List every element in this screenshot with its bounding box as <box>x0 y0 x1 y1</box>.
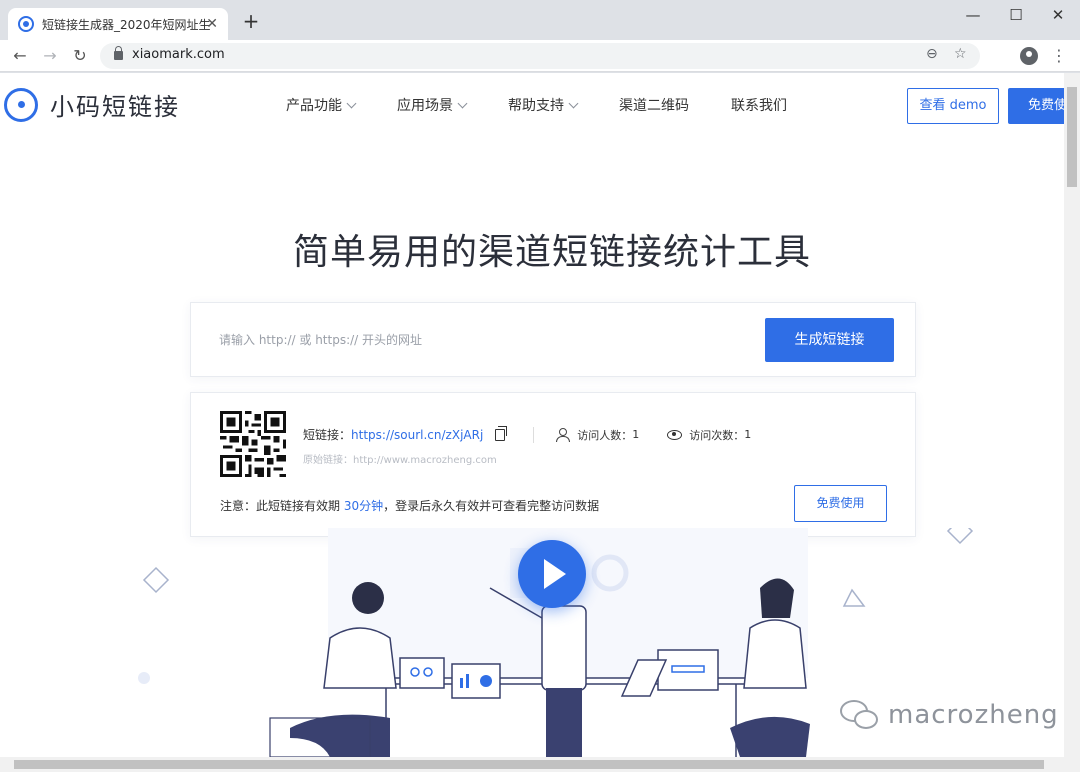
short-link-label: 短链接： <box>303 428 352 442</box>
chevron-down-icon <box>568 98 579 108</box>
visits-label: 访问次数： <box>689 428 745 442</box>
visits-count: 1 <box>744 428 752 441</box>
horizontal-scrollbar[interactable] <box>0 757 1080 772</box>
new-tab-button[interactable]: + <box>240 10 262 32</box>
nav-item-channel-qrcode[interactable]: 渠道二维码 <box>619 95 689 115</box>
maximize-button[interactable]: ☐ <box>996 4 1036 26</box>
original-link-row: 原始链接：http://www.macrozheng.com <box>303 451 497 466</box>
free-use-header-button[interactable]: 免费使 <box>1008 88 1064 124</box>
copy-icon[interactable] <box>495 425 508 441</box>
wechat-icon <box>838 698 882 732</box>
visitors-icon <box>556 427 571 442</box>
main-nav: 产品功能 应用场景 帮助支持 渠道二维码 联系我们 <box>286 95 829 115</box>
minimize-button[interactable]: — <box>953 4 993 26</box>
logo-text: 小码短链接 <box>50 93 180 121</box>
nav-item-help[interactable]: 帮助支持 <box>508 95 579 115</box>
expiry-notice: 注意：此短链接有效期 30分钟，登录后永久有效并可查看完整访问数据 <box>220 499 600 513</box>
forward-arrow-icon[interactable]: → <box>38 44 62 68</box>
short-link-url[interactable]: https://sourl.cn/zXjARj <box>351 428 483 442</box>
nav-item-features[interactable]: 产品功能 <box>286 95 357 115</box>
result-card: 短链接： https://sourl.cn/zXjARj 访问人数： 1 访问次… <box>190 392 916 537</box>
browser-toolbar: ← → ↻ xiaomark.com ⊖ ☆ ⋮ <box>0 40 1080 72</box>
zoom-icon[interactable]: ⊖ <box>926 46 938 62</box>
address-bar[interactable]: xiaomark.com ⊖ ☆ <box>100 43 980 69</box>
vertical-scrollbar[interactable] <box>1064 73 1080 757</box>
short-link-row: 短链接： https://sourl.cn/zXjARj 访问人数： 1 访问次… <box>303 425 752 443</box>
bookmark-star-icon[interactable]: ☆ <box>954 46 967 62</box>
visitors-count: 1 <box>632 428 640 441</box>
site-logo[interactable]: 小码短链接 <box>4 87 180 122</box>
logo-circle-icon <box>4 87 38 122</box>
chevron-down-icon <box>457 98 468 108</box>
chevron-down-icon <box>346 98 357 108</box>
original-link-label: 原始链接： <box>303 455 353 466</box>
profile-avatar-icon[interactable] <box>1017 44 1041 68</box>
view-demo-button[interactable]: 查看 demo <box>907 88 999 124</box>
browser-tab[interactable]: 短链接生成器_2020年短网址生成 ✕ <box>8 8 228 40</box>
back-arrow-icon[interactable]: ← <box>8 44 32 68</box>
site-favicon-icon <box>18 16 34 32</box>
original-link-url: http://www.macrozheng.com <box>353 455 497 466</box>
expiry-duration: 30分钟 <box>343 499 384 513</box>
nav-item-contact[interactable]: 联系我们 <box>731 95 787 115</box>
reload-icon[interactable]: ↻ <box>68 44 92 68</box>
tab-close-icon[interactable]: ✕ <box>206 15 218 33</box>
url-text: xiaomark.com <box>132 47 225 62</box>
lock-icon <box>114 46 123 60</box>
page-viewport: 小码短链接 产品功能 应用场景 帮助支持 渠道二维码 联系我们 查看 demo … <box>0 73 1064 757</box>
generate-short-link-button[interactable]: 生成短链接 <box>765 318 894 362</box>
window-close-button[interactable]: ✕ <box>1038 4 1078 26</box>
free-use-button[interactable]: 免费使用 <box>794 485 887 522</box>
nav-item-scenarios[interactable]: 应用场景 <box>397 95 468 115</box>
eye-icon <box>667 429 683 440</box>
divider <box>533 426 535 443</box>
watermark-text: macrozheng <box>888 700 1059 730</box>
browser-menu-icon[interactable]: ⋮ <box>1047 44 1071 68</box>
visitors-label: 访问人数： <box>577 428 633 442</box>
play-video-button[interactable] <box>518 540 586 608</box>
browser-tab-strip: 短链接生成器_2020年短网址生成 ✕ + — ☐ ✕ <box>0 0 1080 40</box>
qr-code-image <box>220 411 286 477</box>
url-input[interactable]: 请输入 http:// 或 https:// 开头的网址 <box>219 331 422 348</box>
shorten-form: 请输入 http:// 或 https:// 开头的网址 生成短链接 <box>190 302 916 377</box>
hero-title: 简单易用的渠道短链接统计工具 <box>292 232 811 273</box>
wechat-watermark: macrozheng <box>838 698 1059 732</box>
tab-title: 短链接生成器_2020年短网址生成 <box>42 17 210 32</box>
